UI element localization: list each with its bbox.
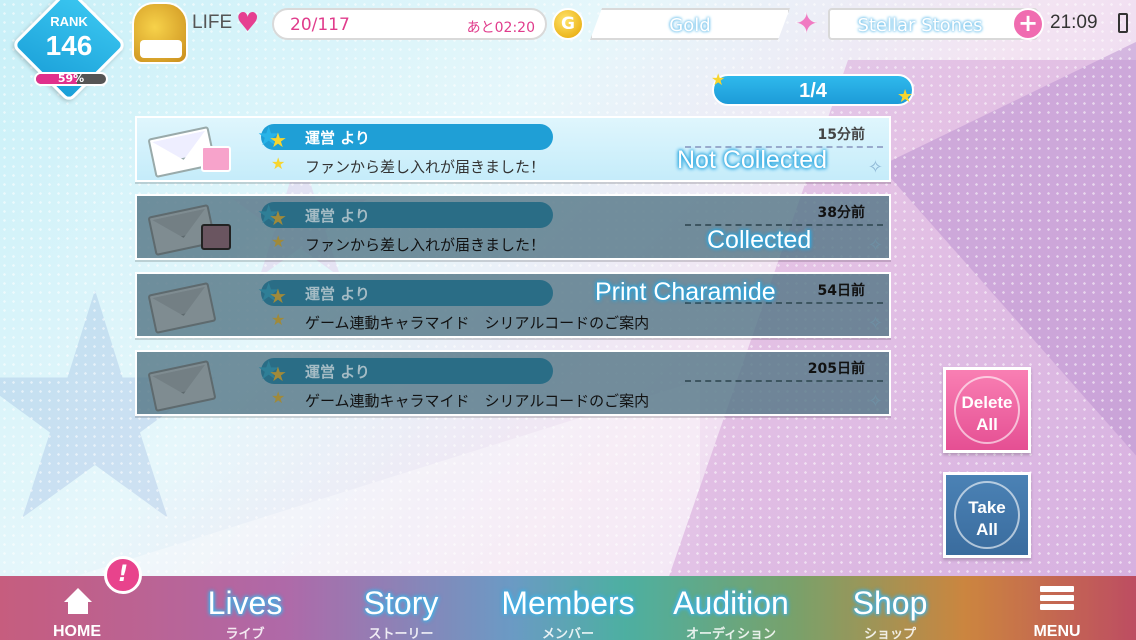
sender-star-icon: ★ ★ <box>257 200 287 230</box>
event-banner-icon[interactable] <box>132 2 188 64</box>
mail-status-label: Print Charamide <box>595 278 776 306</box>
mail-subject: ファンから差し入れが届きました！ <box>305 158 546 176</box>
rank-progress-text: 59% <box>57 72 85 85</box>
nav-audition[interactable]: Audition オーディション <box>656 576 806 640</box>
sender-star-icon: ★ ★ <box>257 356 287 386</box>
envelope-icon <box>147 281 227 335</box>
star-icon: ★ <box>711 70 726 89</box>
take-all-label-line2: All <box>976 520 998 539</box>
envelope-icon <box>147 203 231 257</box>
star-icon: ★ <box>271 154 286 173</box>
sender-star-icon: ★ ★ <box>257 278 287 308</box>
event-banner-plate <box>140 40 182 58</box>
mail-subject: ファンから差し入れが届きました！ <box>305 236 546 254</box>
battery-icon <box>1118 13 1128 33</box>
envelope-icon <box>147 359 227 413</box>
nav-shop-label: Shop <box>852 585 928 621</box>
mail-status-label: Not Collected <box>677 146 828 174</box>
star-icon: ★ <box>271 388 286 407</box>
nav-story[interactable]: Story ストーリー <box>336 576 466 640</box>
nav-members-label: Members <box>501 585 635 621</box>
nav-lives[interactable]: Lives ライブ <box>180 576 310 640</box>
nav-menu[interactable]: MENU <box>1012 576 1102 640</box>
mail-sender: 運営 より <box>305 129 370 147</box>
mail-subject: ゲーム連動キャラマイド シリアルコードのご案内 <box>305 392 650 410</box>
life-counter: 20/117 あと02:20 <box>272 8 547 40</box>
rank-badge[interactable]: RANK 146 59% <box>11 0 127 103</box>
mail-time: 15分前 <box>817 127 865 143</box>
corner-star-icon: ✧ <box>867 313 883 334</box>
mail-time: 38分前 <box>817 205 865 221</box>
stellar-stones-counter: Stellar Stones <box>828 8 1038 40</box>
delete-all-label: Delete All <box>946 392 1028 436</box>
mail-sender: 運営 より <box>305 285 370 303</box>
corner-star-icon: ✧ <box>867 157 883 178</box>
mail-status-label: Collected <box>707 226 812 254</box>
mail-time: 205日前 <box>807 361 865 377</box>
mail-item[interactable]: ★ ★ 運営 より ★ ゲーム連動キャラマイド シリアルコードのご案内 54日前 ✧ Prin… <box>135 272 891 338</box>
nav-members-sublabel: メンバー <box>541 627 594 640</box>
envelope-icon <box>147 125 231 179</box>
gift-box-icon <box>201 224 231 250</box>
take-all-button[interactable]: Take All <box>943 472 1031 558</box>
nav-home-label: HOME <box>53 623 101 640</box>
life-label: LIFE <box>192 12 233 33</box>
life-value: 20/117 <box>290 15 350 35</box>
mail-subject: ゲーム連動キャラマイド シリアルコードのご案内 <box>305 314 650 332</box>
mail-item[interactable]: ★ ★ 運営 より ★ ゲーム連動キャラマイド シリアルコードのご案内 205日前 ✧ <box>135 350 891 416</box>
nav-shop[interactable]: Shop ショップ <box>832 576 948 640</box>
page-indicator: 1/4 <box>712 74 914 106</box>
stellar-stones-label: Stellar Stones <box>857 15 983 36</box>
mail-item[interactable]: ★ ★ 運営 より ★ ファンから差し入れが届きました！ 15分前 ✧ Not Collect… <box>135 116 891 182</box>
nav-audition-label: Audition <box>673 585 789 621</box>
star-icon: ★ <box>271 232 286 251</box>
notification-badge-icon: ! <box>104 556 142 594</box>
take-all-label: Take All <box>946 497 1028 541</box>
corner-star-icon: ✧ <box>867 235 883 256</box>
nav-story-sublabel: ストーリー <box>368 627 434 640</box>
nav-menu-label: MENU <box>1033 623 1081 640</box>
nav-story-label: Story <box>363 585 439 621</box>
star-icon: ★ <box>897 86 914 107</box>
rank-label: RANK <box>50 14 88 29</box>
menu-icon <box>1040 586 1074 614</box>
page-indicator-text: 1/4 <box>799 80 827 102</box>
life-timer: あと02:20 <box>466 20 535 36</box>
gift-box-icon <box>201 146 231 172</box>
mail-sender: 運営 より <box>305 207 370 225</box>
star-icon: ★ <box>271 310 286 329</box>
nav-shop-sublabel: ショップ <box>863 627 916 640</box>
mail-time: 54日前 <box>817 283 865 299</box>
clock: 21:09 <box>1050 12 1098 33</box>
mail-item[interactable]: ★ ★ 運営 より ★ ファンから差し入れが届きました！ 38分前 ✧ Collected <box>135 194 891 260</box>
sender-star-icon: ★ ★ <box>257 122 287 152</box>
rank-value: 146 <box>45 30 93 61</box>
nav-lives-sublabel: ライブ <box>225 627 265 640</box>
gold-label: Gold <box>669 15 711 36</box>
delete-all-button[interactable]: Delete All <box>943 367 1031 453</box>
delete-all-label-line1: Delete <box>961 393 1013 412</box>
nav-audition-sublabel: オーディション <box>685 627 777 640</box>
add-stones-button[interactable]: + <box>1012 8 1044 40</box>
divider <box>685 380 883 382</box>
corner-star-icon: ✧ <box>867 391 883 412</box>
take-all-label-line1: Take <box>968 498 1006 517</box>
nav-lives-label: Lives <box>207 585 283 621</box>
gold-coin-icon: G <box>552 8 584 40</box>
bottom-nav: HOME Lives ライブ Story ストーリー Members メンバー … <box>0 576 1136 640</box>
delete-all-label-line2: All <box>976 415 998 434</box>
heart-icon: ♥ <box>236 8 260 38</box>
home-icon <box>64 588 92 614</box>
stellar-stone-icon: ✦ <box>795 7 819 40</box>
nav-members[interactable]: Members メンバー <box>490 576 646 640</box>
gold-counter: Gold <box>590 8 790 40</box>
mail-sender: 運営 より <box>305 363 370 381</box>
